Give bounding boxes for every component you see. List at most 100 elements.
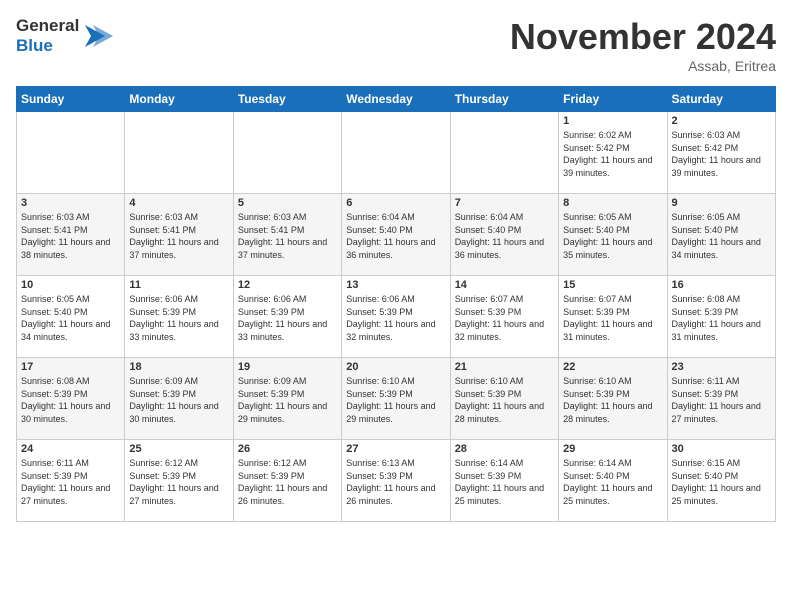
day-number: 4: [129, 197, 228, 209]
location: Assab, Eritrea: [510, 58, 776, 74]
day-number: 28: [455, 443, 554, 455]
calendar-table: Sunday Monday Tuesday Wednesday Thursday…: [16, 86, 776, 522]
day-info: Sunrise: 6:11 AMSunset: 5:39 PMDaylight:…: [21, 457, 120, 507]
calendar-cell: 3 Sunrise: 6:03 AMSunset: 5:41 PMDaylight…: [17, 194, 125, 276]
col-saturday: Saturday: [667, 87, 775, 112]
header: General Blue November 2024 Assab, Eritre…: [16, 16, 776, 74]
day-number: 21: [455, 361, 554, 373]
day-number: 30: [672, 443, 771, 455]
day-info: Sunrise: 6:15 AMSunset: 5:40 PMDaylight:…: [672, 457, 771, 507]
day-info: Sunrise: 6:03 AMSunset: 5:41 PMDaylight:…: [21, 211, 120, 261]
day-info: Sunrise: 6:14 AMSunset: 5:39 PMDaylight:…: [455, 457, 554, 507]
calendar-cell: [450, 112, 558, 194]
calendar-cell: 11 Sunrise: 6:06 AMSunset: 5:39 PMDayligh…: [125, 276, 233, 358]
day-info: Sunrise: 6:11 AMSunset: 5:39 PMDaylight:…: [672, 375, 771, 425]
calendar-cell: 12 Sunrise: 6:06 AMSunset: 5:39 PMDayligh…: [233, 276, 341, 358]
col-tuesday: Tuesday: [233, 87, 341, 112]
col-thursday: Thursday: [450, 87, 558, 112]
calendar-cell: 27 Sunrise: 6:13 AMSunset: 5:39 PMDayligh…: [342, 440, 450, 522]
calendar-cell: 15 Sunrise: 6:07 AMSunset: 5:39 PMDayligh…: [559, 276, 667, 358]
calendar-cell: [17, 112, 125, 194]
day-number: 11: [129, 279, 228, 291]
day-info: Sunrise: 6:07 AMSunset: 5:39 PMDaylight:…: [563, 293, 662, 343]
day-number: 26: [238, 443, 337, 455]
day-number: 17: [21, 361, 120, 373]
day-number: 15: [563, 279, 662, 291]
day-info: Sunrise: 6:03 AMSunset: 5:41 PMDaylight:…: [238, 211, 337, 261]
week-row-4: 17 Sunrise: 6:08 AMSunset: 5:39 PMDayligh…: [17, 358, 776, 440]
title-block: November 2024 Assab, Eritrea: [510, 16, 776, 74]
day-number: 6: [346, 197, 445, 209]
logo: General Blue: [16, 16, 113, 55]
day-info: Sunrise: 6:10 AMSunset: 5:39 PMDaylight:…: [563, 375, 662, 425]
calendar-cell: 30 Sunrise: 6:15 AMSunset: 5:40 PMDayligh…: [667, 440, 775, 522]
day-info: Sunrise: 6:09 AMSunset: 5:39 PMDaylight:…: [238, 375, 337, 425]
day-info: Sunrise: 6:02 AMSunset: 5:42 PMDaylight:…: [563, 129, 662, 179]
calendar-cell: 8Sunrise: 6:05 AMSunset: 5:40 PMDaylight…: [559, 194, 667, 276]
day-info: Sunrise: 6:13 AMSunset: 5:39 PMDaylight:…: [346, 457, 445, 507]
day-info: Sunrise: 6:12 AMSunset: 5:39 PMDaylight:…: [129, 457, 228, 507]
day-number: 5: [238, 197, 337, 209]
calendar-cell: 9 Sunrise: 6:05 AMSunset: 5:40 PMDaylight…: [667, 194, 775, 276]
day-info: Sunrise: 6:04 AMSunset: 5:40 PMDaylight:…: [346, 211, 445, 261]
calendar-cell: 20 Sunrise: 6:10 AMSunset: 5:39 PMDayligh…: [342, 358, 450, 440]
calendar-cell: 23 Sunrise: 6:11 AMSunset: 5:39 PMDayligh…: [667, 358, 775, 440]
day-number: 24: [21, 443, 120, 455]
day-info: Sunrise: 6:12 AMSunset: 5:39 PMDaylight:…: [238, 457, 337, 507]
calendar-cell: 14 Sunrise: 6:07 AMSunset: 5:39 PMDayligh…: [450, 276, 558, 358]
calendar-cell: 25 Sunrise: 6:12 AMSunset: 5:39 PMDayligh…: [125, 440, 233, 522]
calendar-cell: 19 Sunrise: 6:09 AMSunset: 5:39 PMDayligh…: [233, 358, 341, 440]
day-number: 20: [346, 361, 445, 373]
logo-general: General: [16, 16, 79, 36]
calendar-cell: 7 Sunrise: 6:04 AMSunset: 5:40 PMDaylight…: [450, 194, 558, 276]
calendar-cell: [125, 112, 233, 194]
day-number: 14: [455, 279, 554, 291]
day-number: 9: [672, 197, 771, 209]
day-info: Sunrise: 6:07 AMSunset: 5:39 PMDaylight:…: [455, 293, 554, 343]
calendar-cell: 21 Sunrise: 6:10 AMSunset: 5:39 PMDayligh…: [450, 358, 558, 440]
day-info: Sunrise: 6:04 AMSunset: 5:40 PMDaylight:…: [455, 211, 554, 261]
month-title: November 2024: [510, 16, 776, 58]
calendar-cell: 10Sunrise: 6:05 AMSunset: 5:40 PMDayligh…: [17, 276, 125, 358]
day-number: 27: [346, 443, 445, 455]
calendar-cell: 6 Sunrise: 6:04 AMSunset: 5:40 PMDaylight…: [342, 194, 450, 276]
col-sunday: Sunday: [17, 87, 125, 112]
day-number: 2: [672, 115, 771, 127]
week-row-2: 3 Sunrise: 6:03 AMSunset: 5:41 PMDaylight…: [17, 194, 776, 276]
day-info: Sunrise: 6:05 AMSunset: 5:40 PMDaylight:…: [672, 211, 771, 261]
day-number: 22: [563, 361, 662, 373]
header-row: Sunday Monday Tuesday Wednesday Thursday…: [17, 87, 776, 112]
logo-blue: Blue: [16, 36, 79, 56]
day-info: Sunrise: 6:06 AMSunset: 5:39 PMDaylight:…: [238, 293, 337, 343]
day-info: Sunrise: 6:10 AMSunset: 5:39 PMDaylight:…: [455, 375, 554, 425]
day-info: Sunrise: 6:08 AMSunset: 5:39 PMDaylight:…: [21, 375, 120, 425]
day-info: Sunrise: 6:06 AMSunset: 5:39 PMDaylight:…: [129, 293, 228, 343]
day-number: 13: [346, 279, 445, 291]
day-info: Sunrise: 6:03 AMSunset: 5:42 PMDaylight:…: [672, 129, 771, 179]
day-number: 19: [238, 361, 337, 373]
calendar-cell: 17 Sunrise: 6:08 AMSunset: 5:39 PMDayligh…: [17, 358, 125, 440]
day-number: 23: [672, 361, 771, 373]
day-info: Sunrise: 6:05 AMSunset: 5:40 PMDaylight:…: [21, 293, 120, 343]
calendar-cell: 22 Sunrise: 6:10 AMSunset: 5:39 PMDayligh…: [559, 358, 667, 440]
calendar-cell: [342, 112, 450, 194]
calendar-cell: 26 Sunrise: 6:12 AMSunset: 5:39 PMDayligh…: [233, 440, 341, 522]
day-info: Sunrise: 6:14 AMSunset: 5:40 PMDaylight:…: [563, 457, 662, 507]
day-number: 12: [238, 279, 337, 291]
calendar-cell: 29Sunrise: 6:14 AMSunset: 5:40 PMDayligh…: [559, 440, 667, 522]
day-info: Sunrise: 6:03 AMSunset: 5:41 PMDaylight:…: [129, 211, 228, 261]
day-number: 25: [129, 443, 228, 455]
day-info: Sunrise: 6:08 AMSunset: 5:39 PMDaylight:…: [672, 293, 771, 343]
calendar-cell: 24 Sunrise: 6:11 AMSunset: 5:39 PMDayligh…: [17, 440, 125, 522]
day-info: Sunrise: 6:10 AMSunset: 5:39 PMDaylight:…: [346, 375, 445, 425]
week-row-3: 10Sunrise: 6:05 AMSunset: 5:40 PMDayligh…: [17, 276, 776, 358]
calendar-cell: 28 Sunrise: 6:14 AMSunset: 5:39 PMDayligh…: [450, 440, 558, 522]
day-number: 3: [21, 197, 120, 209]
day-number: 7: [455, 197, 554, 209]
calendar-cell: 5 Sunrise: 6:03 AMSunset: 5:41 PMDaylight…: [233, 194, 341, 276]
day-number: 18: [129, 361, 228, 373]
week-row-5: 24 Sunrise: 6:11 AMSunset: 5:39 PMDayligh…: [17, 440, 776, 522]
day-info: Sunrise: 6:06 AMSunset: 5:39 PMDaylight:…: [346, 293, 445, 343]
col-friday: Friday: [559, 87, 667, 112]
day-number: 16: [672, 279, 771, 291]
